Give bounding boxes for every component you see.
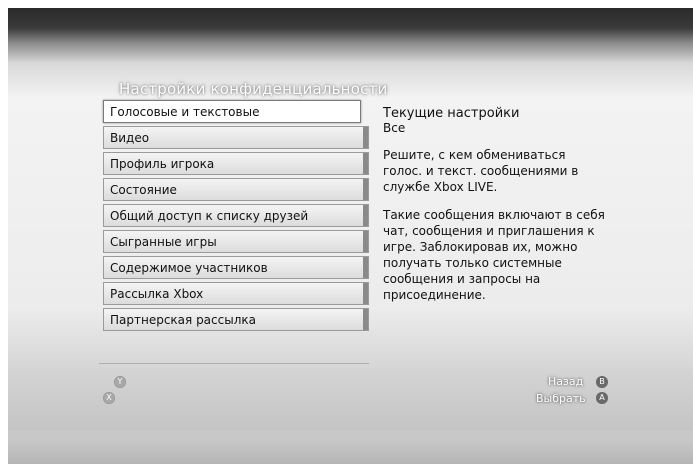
settings-info-panel: Текущие настройки Все Решите, с кем обме…	[383, 106, 608, 315]
description-paragraph-2: Такие сообщения включают в себя чат, соо…	[383, 208, 605, 302]
back-label: Назад	[548, 375, 584, 388]
page-title: Настройки конфиденциальности	[119, 80, 388, 98]
xbox-screen: Настройки конфиденциальности Голосовые и…	[8, 8, 693, 464]
menu-item-label: Партнерская рассылка	[110, 313, 256, 327]
menu-item-partner-mailing[interactable]: Партнерская рассылка	[103, 308, 369, 331]
menu-item-label: Профиль игрока	[110, 157, 215, 171]
menu-item-label: Голосовые и текстовые	[110, 105, 260, 119]
current-settings-title: Текущие настройки	[383, 106, 520, 121]
menu-item-edge	[363, 153, 368, 174]
privacy-menu: Голосовые и текстовые Видео Профиль игро…	[103, 100, 369, 334]
b-button-icon[interactable]: B	[596, 376, 608, 388]
menu-item-member-content[interactable]: Содержимое участников	[103, 256, 369, 279]
menu-item-voice-text[interactable]: Голосовые и текстовые	[103, 100, 361, 123]
menu-item-edge	[363, 205, 368, 226]
menu-item-video[interactable]: Видео	[103, 126, 369, 149]
menu-divider	[99, 363, 369, 364]
menu-item-games-played[interactable]: Сыгранные игры	[103, 230, 369, 253]
y-button-icon[interactable]: Y	[114, 376, 126, 388]
menu-item-edge	[363, 257, 368, 278]
menu-item-gamer-profile[interactable]: Профиль игрока	[103, 152, 369, 175]
menu-item-edge	[363, 179, 368, 200]
menu-item-status[interactable]: Состояние	[103, 178, 369, 201]
x-button-icon[interactable]: X	[103, 392, 115, 404]
menu-item-xbox-mailing[interactable]: Рассылка Xbox	[103, 282, 369, 305]
menu-item-edge	[363, 231, 368, 252]
menu-item-friends-list-sharing[interactable]: Общий доступ к списку друзей	[103, 204, 369, 227]
menu-item-edge	[363, 127, 368, 148]
menu-item-edge	[363, 309, 368, 330]
menu-item-label: Содержимое участников	[110, 261, 268, 275]
current-settings-value: Все	[383, 121, 406, 135]
description-paragraph-1: Решите, с кем обмениваться голос. и текс…	[383, 148, 579, 194]
menu-item-edge	[363, 283, 368, 304]
menu-item-label: Общий доступ к списку друзей	[110, 209, 309, 223]
a-button-icon[interactable]: A	[596, 392, 608, 404]
menu-item-label: Видео	[110, 131, 150, 145]
select-label: Выбрать	[536, 392, 586, 405]
menu-item-label: Сыгранные игры	[110, 235, 217, 249]
menu-item-label: Состояние	[110, 183, 177, 197]
menu-item-label: Рассылка Xbox	[110, 287, 204, 301]
